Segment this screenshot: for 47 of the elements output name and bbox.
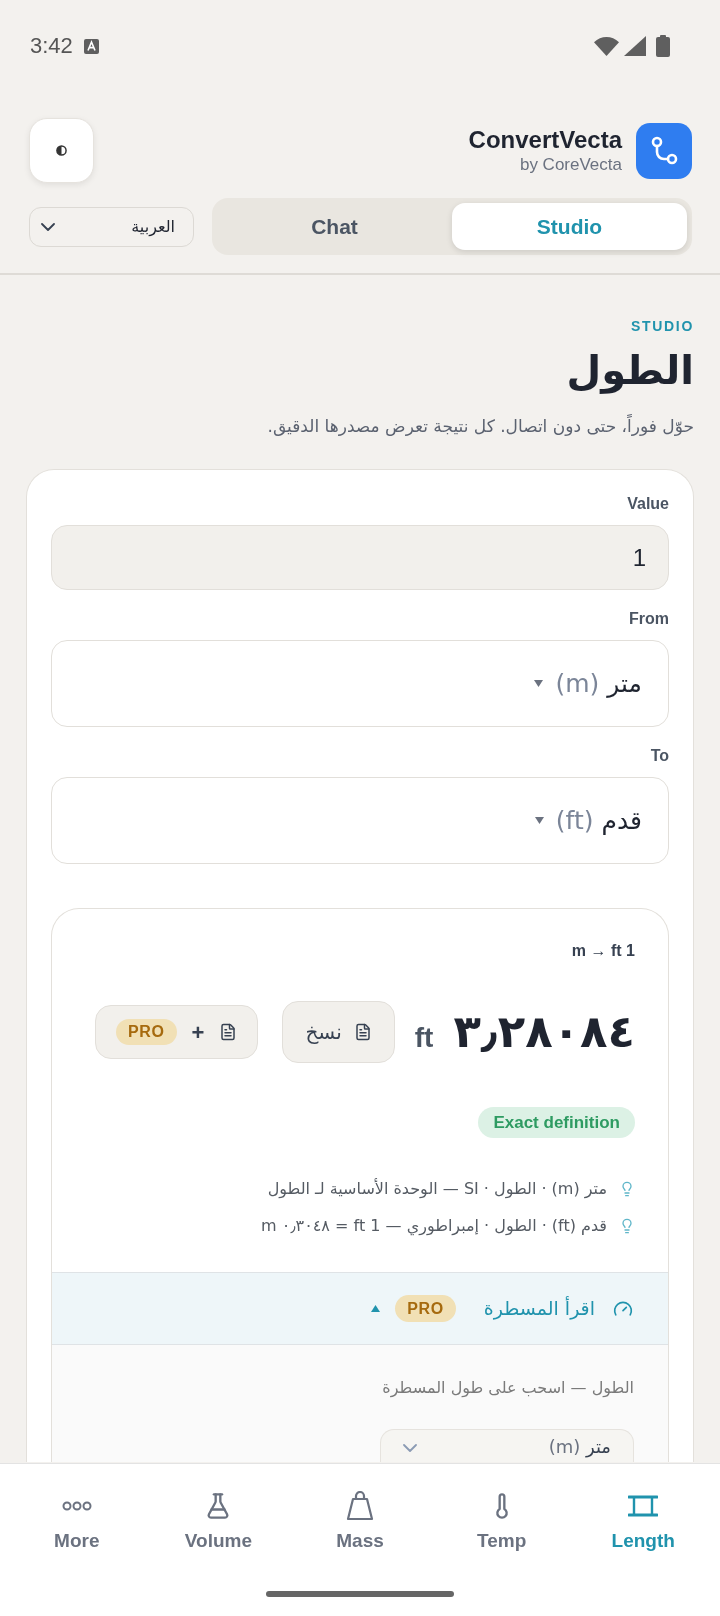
weight-icon <box>346 1491 374 1521</box>
battery-icon <box>656 35 670 57</box>
unit-note: قدم (ft) · الطول · إمبراطوري — 1 ft = ٠٫٣٠٤٨ m <box>261 1215 607 1238</box>
app-byline: by CoreVecta <box>519 154 622 175</box>
mode-tab[interactable]: Studio <box>452 203 687 250</box>
result-value: ٣٫٢٨٠٨٤ <box>453 1004 635 1060</box>
pro-action-button[interactable]: + PRO <box>94 1005 259 1059</box>
caret-down-icon <box>534 817 544 824</box>
lightbulb-icon <box>619 1181 635 1197</box>
frame-icon <box>628 1494 659 1518</box>
app-name: ConvertVecta <box>468 126 622 154</box>
pro-badge: PRO <box>395 1295 456 1322</box>
field-label: Value <box>627 494 669 514</box>
more-dots-icon <box>61 1501 92 1511</box>
result-unit: ft <box>414 1022 434 1054</box>
nav-tab[interactable]: Temp <box>430 1490 573 1553</box>
mode-tab[interactable]: Chat <box>217 203 452 250</box>
caret-down-icon <box>534 680 544 687</box>
field-label: To <box>650 746 669 766</box>
nav-tab[interactable]: Mass <box>289 1490 431 1553</box>
page-subtitle: حوّل فوراً، حتى دون اتصال. كل نتيجة تعرض مصدرها الدقيق. <box>267 413 694 438</box>
field-label: From <box>629 609 669 629</box>
copy-button[interactable]: نسخ <box>282 1001 395 1063</box>
page-title: الطول <box>566 346 694 394</box>
value-input[interactable]: 1 <box>51 525 669 590</box>
nav-tab[interactable]: Length <box>572 1490 714 1553</box>
document-icon <box>219 1023 238 1041</box>
unit-note: متر (m) · الطول · SI — الوحدة الأساسية لـ الطول <box>267 1177 607 1201</box>
theme-toggle-button[interactable] <box>29 118 94 183</box>
chevron-down-icon <box>41 222 55 231</box>
contrast-icon <box>56 145 67 156</box>
language-select[interactable]: العربية <box>29 206 194 247</box>
ruler-hint: الطول — اسحب على طول المسطرة <box>382 1377 634 1400</box>
status-time: 3:42 <box>30 33 73 59</box>
section-eyebrow: STUDIO <box>631 317 694 336</box>
signal-icon <box>624 36 646 56</box>
exact-definition-badge: Exact definition <box>478 1107 635 1138</box>
lightbulb-icon <box>619 1218 635 1234</box>
app-notification-icon <box>83 38 99 54</box>
conversion-query: 1 m → ft <box>571 941 635 961</box>
chevron-down-icon <box>403 1444 417 1452</box>
nav-tab[interactable]: More <box>6 1490 148 1553</box>
nav-tab[interactable]: Volume <box>147 1490 290 1553</box>
pro-badge: PRO <box>115 1019 177 1045</box>
logo-icon <box>636 122 692 179</box>
wifi-icon <box>594 36 619 56</box>
document-icon <box>353 1023 372 1041</box>
